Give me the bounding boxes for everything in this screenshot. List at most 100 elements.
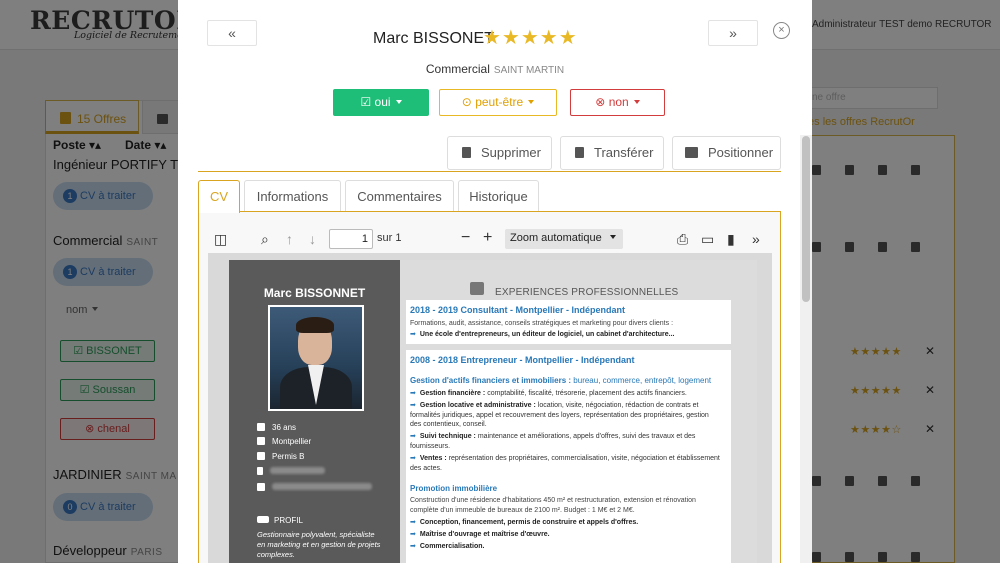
candidate-rating-stars[interactable]: ★★★★★ — [483, 25, 578, 50]
zoom-out-icon[interactable]: − — [461, 224, 470, 252]
transfer-button[interactable]: Transférer — [560, 136, 664, 170]
cv-age-value: 36 ans — [272, 423, 297, 432]
decision-no-button[interactable]: ⊗ non — [570, 89, 665, 116]
clock-icon: ⊙ — [461, 95, 472, 109]
cv-exp-bullet: ➡ Gestion financière : comptabilité, fisc… — [410, 390, 687, 397]
cv-exp-desc: Formations, audit, assistance, conseils … — [410, 320, 674, 327]
zoom-in-icon[interactable]: + — [483, 224, 492, 252]
cv-exp-bullet-bold: Ventes : — [419, 455, 447, 462]
chevron-down-icon — [633, 100, 640, 104]
candidate-job-line: Commercial SAINT MARTIN — [178, 62, 812, 76]
delete-button[interactable]: Supprimer — [447, 136, 552, 170]
cv-profil-heading: PROFIL — [257, 516, 303, 525]
cv-profil-text: Gestionnaire polyvalent, spécialiste en … — [257, 530, 381, 559]
chevron-down-icon — [528, 100, 535, 104]
bookmark-icon[interactable]: ▮ — [727, 225, 735, 253]
chevron-down-icon — [395, 100, 402, 104]
candidate-name: Marc BISSONET — [373, 30, 494, 47]
cv-exp-bullet-text: représentation des propriétaires, commer… — [410, 455, 720, 472]
delete-label: Supprimer — [481, 145, 541, 160]
search-icon[interactable]: ⌕ — [261, 225, 269, 253]
mail-icon — [257, 483, 265, 491]
arrow-down-icon[interactable]: ↓ — [309, 225, 316, 253]
cv-exp-title: 2018 - 2019 Consultant - Montpellier - I… — [410, 305, 626, 315]
cv-exp-subtitle: Gestion d'actifs financiers et immobilie… — [410, 376, 711, 385]
position-label: Positionner — [708, 145, 774, 160]
cv-exp-bullet: ➡ Ventes : représentation des propriétair… — [410, 455, 720, 472]
cv-exp-bullet-bold: Suivi technique : — [419, 433, 476, 440]
cv-exp-bullet-bold: Gestion financière : — [419, 390, 486, 397]
cv-license: Permis B — [257, 452, 304, 461]
chevron-down-icon — [609, 235, 616, 239]
decision-yes-button[interactable]: ☑ oui — [333, 89, 429, 116]
cv-exp-bullet-bold: Gestion locative et administrative : — [419, 402, 536, 409]
cv-name: Marc BISSONNET — [263, 286, 366, 300]
phone-icon — [257, 467, 263, 475]
zoom-select[interactable]: Zoom automatique — [505, 229, 623, 249]
decision-maybe-label: peut-être — [475, 95, 524, 109]
decision-yes-label: oui — [374, 95, 391, 109]
cv-exp-bullet: ➡ Maîtrise d'ouvrage et maîtrise d'œuvre. — [410, 531, 550, 538]
cv-exp-bullet: ➡ Conception, financement, permis de cons… — [410, 519, 639, 526]
cv-exp-bullet-text: Une école d'entrepreneurs, un éditeur de… — [419, 331, 675, 338]
position-button[interactable]: Positionner — [672, 136, 781, 170]
divider — [198, 171, 781, 172]
cv-section-title: EXPERIENCES PROFESSIONNELLES — [495, 287, 679, 298]
cv-license-value: Permis B — [272, 452, 305, 461]
close-icon[interactable]: × — [773, 22, 790, 39]
cv-exp-bullet-text: Maîtrise d'ouvrage et maîtrise d'œuvre. — [419, 531, 550, 538]
tab-cv[interactable]: CV — [198, 180, 240, 213]
forward-icon — [575, 147, 584, 158]
tab-historique[interactable]: Historique — [458, 180, 539, 212]
users-icon — [685, 147, 698, 158]
trash-icon — [462, 147, 471, 158]
redacted-phone — [270, 467, 325, 474]
user-icon — [257, 423, 265, 431]
sidebar-toggle-icon[interactable]: ◫ — [214, 225, 227, 253]
cv-profil-label: PROFIL — [274, 516, 303, 525]
job-city: SAINT MARTIN — [493, 65, 565, 76]
cv-exp-subtitle-rest: bureau, commerce, entrepôt, logement — [573, 376, 712, 385]
page-total-label: sur 1 — [377, 232, 402, 244]
cancel-icon: ⊗ — [595, 95, 606, 109]
redacted-email — [272, 483, 372, 490]
home-icon — [257, 437, 265, 445]
tab-informations[interactable]: Informations — [244, 180, 341, 212]
check-icon: ☑ — [360, 95, 372, 109]
job-title: Commercial — [425, 62, 490, 76]
zoom-select-label: Zoom automatique — [510, 232, 602, 244]
cv-phone — [257, 467, 325, 476]
decision-no-label: non — [608, 95, 629, 109]
handshake-icon — [257, 516, 269, 523]
cv-exp-bullet: ➡ Suivi technique : maintenance et amélio… — [410, 433, 696, 450]
cv-exp-desc: Construction d'une résidence d'habitatio… — [410, 497, 696, 514]
cv-exp-bullet-text: Commercialisation. — [419, 543, 485, 550]
print-icon[interactable]: ⎙ — [677, 225, 688, 253]
page-number-input[interactable]: 1 — [329, 229, 373, 249]
previous-candidate-button[interactable]: « — [207, 20, 257, 46]
candidate-modal: « » × Marc BISSONET ★★★★★ Commercial SAIN… — [178, 0, 812, 563]
cv-exp-bullet-text: comptabilité, fiscalité, trésorerie, pla… — [487, 390, 687, 397]
cv-exp-subtitle: Promotion immobilière — [410, 484, 498, 493]
more-tools-icon[interactable]: » — [752, 225, 760, 253]
cv-email — [257, 483, 372, 492]
folder-icon[interactable]: ▭ — [701, 225, 714, 253]
briefcase-icon — [470, 282, 484, 295]
cv-exp-bullet-text: Conception, financement, permis de const… — [419, 519, 639, 526]
cv-city-value: Montpellier — [272, 437, 312, 446]
cv-exp-bullet: ➡ Commercialisation. — [410, 543, 485, 550]
next-candidate-button[interactable]: » — [708, 20, 758, 46]
candidate-photo — [268, 305, 364, 411]
arrow-up-icon[interactable]: ↑ — [286, 225, 293, 253]
cv-exp-title: 2008 - 2018 Entrepreneur - Montpellier -… — [410, 355, 635, 365]
car-icon — [257, 452, 265, 460]
modal-scrollbar-thumb[interactable] — [802, 136, 810, 302]
cv-exp-bullet: ➡ Gestion locative et administrative : lo… — [410, 402, 709, 428]
transfer-label: Transférer — [594, 145, 654, 160]
cv-city: Montpellier — [257, 437, 311, 446]
cv-exp-bullet: ➡ Une école d'entrepreneurs, un éditeur d… — [410, 331, 675, 338]
tab-commentaires[interactable]: Commentaires — [345, 180, 454, 212]
cv-exp-subtitle-bold: Gestion d'actifs financiers et immobilie… — [410, 376, 572, 385]
cv-age: 36 ans — [257, 423, 296, 432]
decision-maybe-button[interactable]: ⊙ peut-être — [439, 89, 557, 116]
